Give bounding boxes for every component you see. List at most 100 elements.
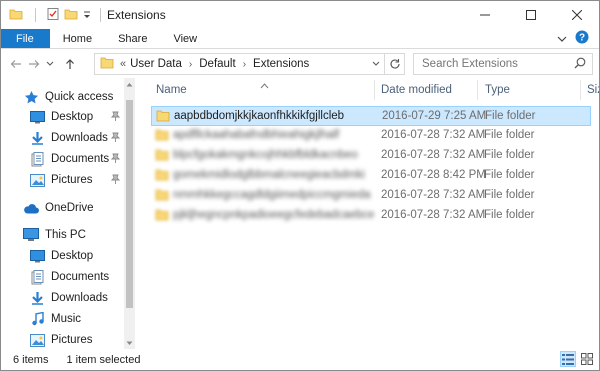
scroll-up-arrow-icon[interactable]: [124, 78, 135, 90]
nav-pc-desktop[interactable]: Desktop: [29, 246, 124, 266]
nav-label: Pictures: [51, 334, 93, 346]
folder-icon: [155, 188, 169, 204]
expand-ribbon-icon[interactable]: [557, 32, 567, 46]
music-icon: [29, 311, 45, 327]
folder-icon: [156, 109, 170, 125]
nav-pictures[interactable]: Pictures: [29, 170, 124, 190]
file-type: File folder: [484, 189, 535, 201]
file-row[interactable]: gomekmidlodglbbmalcneegieacbdmki 2016-07…: [151, 166, 591, 186]
help-icon[interactable]: ?: [575, 30, 589, 47]
breadcrumb-extensions[interactable]: Extensions: [253, 58, 309, 70]
up-button[interactable]: [61, 54, 79, 74]
breadcrumb: « User Data › Default › Extensions: [120, 58, 309, 70]
scroll-down-arrow-icon[interactable]: [124, 337, 135, 349]
column-header-date-modified[interactable]: Date modified: [381, 78, 452, 102]
toolbar-divider: [35, 8, 36, 22]
close-button[interactable]: [554, 1, 599, 29]
breadcrumb-default[interactable]: Default: [199, 58, 235, 70]
tab-view[interactable]: View: [160, 29, 210, 48]
nav-desktop[interactable]: Desktop: [29, 107, 124, 127]
tab-home[interactable]: Home: [50, 29, 105, 48]
pin-icon[interactable]: [110, 111, 121, 124]
nav-label: Downloads: [51, 132, 108, 144]
status-bar: 6 items 1 item selected: [1, 349, 599, 370]
pictures-icon: [29, 332, 45, 348]
download-icon: [29, 290, 45, 306]
column-divider[interactable]: [477, 80, 478, 100]
nav-pc-downloads[interactable]: Downloads: [29, 288, 124, 308]
forward-button[interactable]: [25, 54, 43, 74]
nav-this-pc[interactable]: This PC: [23, 225, 124, 245]
scrollbar-thumb[interactable]: [126, 100, 133, 308]
documents-icon: [29, 269, 45, 285]
column-header-type[interactable]: Type: [485, 78, 510, 102]
refresh-button[interactable]: [384, 54, 404, 74]
file-type: File folder: [484, 169, 535, 181]
nav-pc-music[interactable]: Music: [29, 309, 124, 329]
file-type: File folder: [484, 129, 535, 141]
recent-locations-button[interactable]: [43, 54, 57, 74]
back-button[interactable]: [7, 54, 25, 74]
nav-label: OneDrive: [45, 202, 94, 214]
nav-onedrive[interactable]: OneDrive: [23, 198, 124, 218]
folder-icon: [9, 7, 23, 24]
file-date: 2016-07-28 7:32 AM: [381, 209, 486, 221]
search-icon[interactable]: [574, 57, 586, 72]
file-row[interactable]: nmmhkkegccagdldgiimedpiccmgmieda 2016-07…: [151, 186, 591, 206]
nav-quick-access[interactable]: Quick access: [23, 87, 124, 107]
details-view-button[interactable]: [560, 351, 576, 367]
documents-icon: [29, 151, 45, 167]
chevron-right-icon[interactable]: ›: [243, 59, 246, 70]
folder-icon: [155, 168, 169, 184]
ribbon-controls: ?: [557, 29, 599, 48]
column-header-size[interactable]: Size: [587, 78, 599, 102]
file-row[interactable]: aapbdbdomjkkjkaonfhkkikfgjllcleb 2016-07…: [151, 106, 591, 126]
address-bar[interactable]: « User Data › Default › Extensions: [94, 53, 405, 75]
file-row[interactable]: apdfllckaahabafndbhieahigkjlhalf 2016-07…: [151, 126, 591, 146]
desktop-icon: [29, 248, 45, 264]
star-icon: [23, 89, 39, 105]
search-input[interactable]: [422, 58, 562, 70]
new-folder-icon[interactable]: [64, 7, 78, 24]
nav-documents[interactable]: Documents: [29, 149, 124, 169]
file-row[interactable]: pjkljhegncpnkpadioeegcfedebadcaebce 2016…: [151, 206, 591, 226]
pictures-icon: [29, 172, 45, 188]
file-row[interactable]: blpcfgokakmgnkcojhhkbfbldkacnbeo 2016-07…: [151, 146, 591, 166]
column-divider[interactable]: [374, 80, 375, 100]
large-icons-view-button[interactable]: [579, 351, 595, 367]
minimize-button[interactable]: [462, 1, 508, 29]
column-divider[interactable]: [580, 80, 581, 100]
folder-icon: [155, 208, 169, 224]
chevron-right-icon[interactable]: ›: [189, 59, 192, 70]
navigation-scrollbar[interactable]: [124, 78, 135, 349]
nav-downloads[interactable]: Downloads: [29, 128, 124, 148]
nav-label: This PC: [45, 229, 86, 241]
breadcrumb-user-data[interactable]: User Data: [130, 58, 182, 70]
nav-label: Quick access: [45, 91, 114, 103]
address-row: « User Data › Default › Extensions: [1, 50, 599, 78]
properties-icon[interactable]: [46, 7, 60, 24]
explorer-window: Extensions File Home Share View ? « User…: [0, 0, 600, 371]
folder-icon: [100, 56, 114, 72]
search-box[interactable]: [413, 53, 593, 75]
address-history-button[interactable]: [368, 54, 384, 74]
nav-label: Music: [51, 313, 82, 325]
pin-icon[interactable]: [110, 153, 121, 166]
pin-icon[interactable]: [110, 132, 121, 145]
maximize-button[interactable]: [508, 1, 554, 29]
column-header-name[interactable]: Name: [156, 78, 187, 102]
nav-label: Documents: [51, 271, 110, 283]
nav-pc-pictures[interactable]: Pictures: [29, 330, 124, 349]
file-name: nmmhkkegccagdldgiimedpiccmgmieda: [173, 189, 371, 201]
file-name: gomekmidlodglbbmalcneegieacbdmki: [173, 169, 365, 181]
tab-file[interactable]: File: [1, 29, 50, 48]
tab-share[interactable]: Share: [105, 29, 160, 48]
item-count: 6 items: [13, 353, 49, 366]
customize-toolbar-icon[interactable]: [82, 7, 92, 24]
file-type: File folder: [485, 110, 536, 122]
pin-icon[interactable]: [110, 174, 121, 187]
nav-pc-documents[interactable]: Documents: [29, 267, 124, 287]
file-type: File folder: [484, 209, 535, 221]
breadcrumb-overflow[interactable]: «: [120, 58, 126, 70]
nav-label: Desktop: [51, 250, 94, 262]
